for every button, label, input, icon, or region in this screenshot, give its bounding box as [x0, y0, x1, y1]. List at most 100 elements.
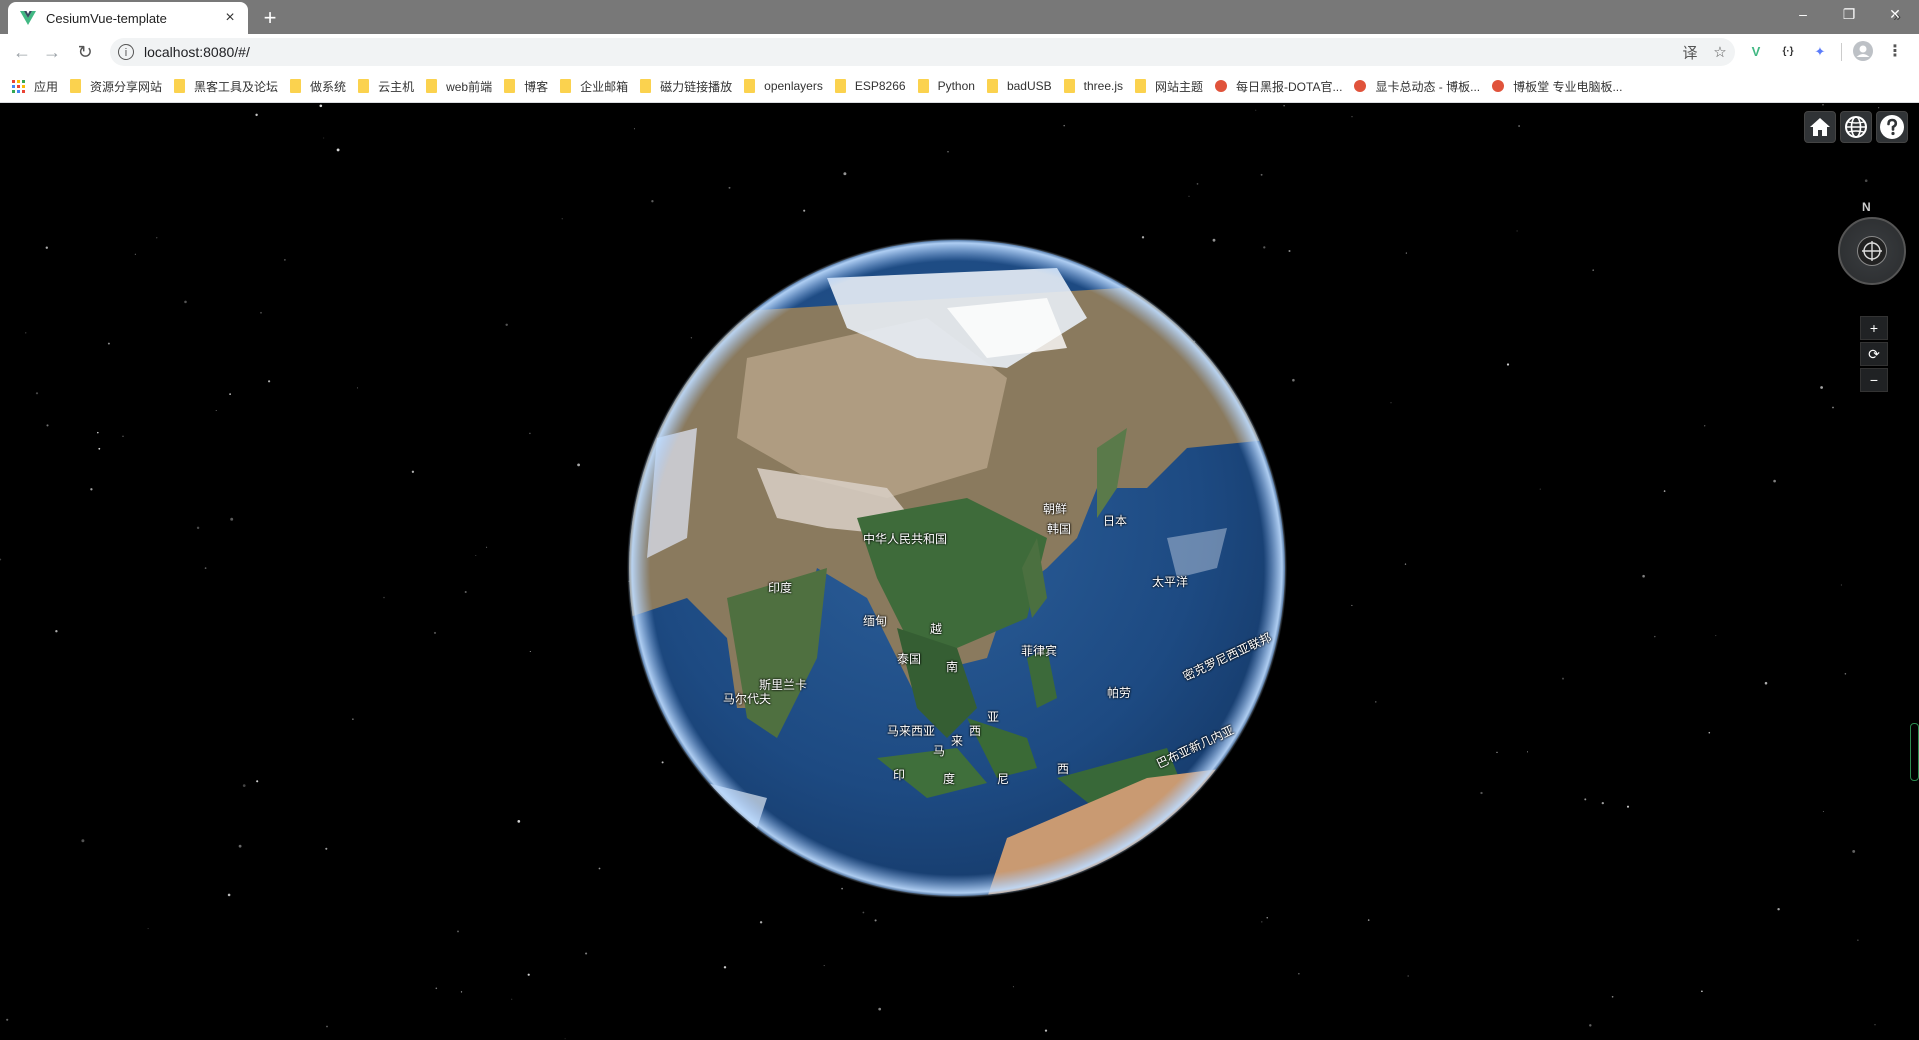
bookmarks-overflow-button[interactable]: »	[1893, 8, 1901, 24]
zoom-reset-button[interactable]: ⟳	[1860, 342, 1888, 366]
bookmark-item[interactable]: 每日黑报-DOTA官...	[1215, 78, 1342, 95]
map-label-indonesia-3: 西	[969, 724, 982, 738]
star	[823, 965, 825, 967]
map-label-myanmar: 缅甸	[863, 614, 888, 628]
map-label-vietnam-1: 越	[930, 622, 943, 636]
star	[457, 930, 459, 933]
star	[1642, 574, 1645, 578]
reload-button[interactable]: ↻	[73, 40, 97, 64]
map-label-pacific-ocean: 太平洋	[1152, 575, 1189, 589]
bookmark-item[interactable]: 资源分享网站	[70, 78, 162, 95]
map-label-india: 印度	[768, 581, 793, 595]
star	[1832, 406, 1834, 409]
forward-button[interactable]: →	[40, 40, 64, 64]
extension-icon[interactable]: ✦	[1809, 41, 1831, 63]
bookmark-item[interactable]: 网站主题	[1135, 78, 1203, 95]
map-label-indonesia-2: 来	[951, 734, 964, 748]
folder-icon	[426, 79, 438, 93]
new-tab-button[interactable]: +	[258, 6, 282, 30]
zoom-out-button[interactable]: −	[1860, 368, 1888, 392]
star	[759, 921, 763, 924]
home-icon	[1810, 118, 1830, 136]
star	[561, 218, 563, 220]
bookmark-item[interactable]: 云主机	[358, 78, 414, 95]
vue-devtools-extension-icon[interactable]: V	[1745, 41, 1767, 63]
star	[383, 596, 385, 599]
star	[81, 839, 85, 843]
star	[1820, 386, 1823, 389]
bookmark-item[interactable]: 黑客工具及论坛	[174, 78, 278, 95]
star	[1496, 751, 1498, 754]
star	[1539, 488, 1541, 490]
map-label-palau: 帕劳	[1107, 686, 1132, 700]
star	[1266, 917, 1268, 919]
bookmark-item[interactable]: 企业邮箱	[560, 78, 628, 95]
zoom-in-button[interactable]: +	[1860, 316, 1888, 340]
map-label-malaysia: 马来西亚	[887, 724, 936, 738]
address-url[interactable]: localhost:8080/#/	[144, 44, 1675, 60]
star	[1407, 975, 1409, 977]
star	[411, 470, 415, 473]
tab-title: CesiumVue-template	[46, 10, 167, 26]
bookmark-item[interactable]: ESP8266	[834, 79, 906, 93]
compass-gyro[interactable]	[1857, 236, 1887, 266]
star	[1878, 107, 1880, 109]
star	[1840, 584, 1842, 586]
star	[1298, 973, 1300, 975]
tab-close-icon[interactable]: ×	[218, 6, 242, 30]
globe-icon	[1845, 116, 1867, 138]
folder-icon	[917, 79, 929, 93]
folder-icon	[834, 79, 846, 93]
star	[267, 380, 271, 383]
star	[260, 311, 262, 314]
cesium-viewer[interactable]: 中华人民共和国 朝鲜 韩国 日本 印度 缅甸 泰国 越 南 菲律宾 斯里兰卡 马…	[0, 103, 1919, 1040]
star	[1261, 921, 1263, 923]
star	[1351, 116, 1353, 118]
bookmark-item[interactable]: 应用	[12, 78, 58, 95]
tab-active[interactable]: CesiumVue-template ×	[8, 2, 248, 34]
star	[134, 253, 136, 255]
star	[98, 447, 101, 450]
star	[46, 424, 49, 427]
bookmark-star-icon[interactable]: ☆	[1705, 43, 1735, 61]
star	[227, 893, 231, 897]
bookmark-item[interactable]: Python	[917, 79, 975, 93]
bookmark-item[interactable]: web前端	[426, 78, 492, 95]
restore-button[interactable]: ❐	[1826, 0, 1872, 30]
bookmark-item[interactable]: 显卡总动态 - 博板...	[1354, 78, 1480, 95]
star	[1288, 249, 1291, 253]
bookmark-item[interactable]: 博板堂 专业电脑板...	[1492, 78, 1622, 95]
star	[1822, 810, 1824, 813]
bookmark-item[interactable]: 做系统	[290, 78, 346, 95]
side-panel-handle[interactable]	[1910, 723, 1919, 781]
folder-icon	[986, 79, 998, 93]
bookmark-label: 做系统	[310, 79, 347, 94]
star	[1405, 252, 1407, 254]
star	[1777, 907, 1780, 911]
home-button[interactable]	[1804, 111, 1836, 143]
browser-menu-icon[interactable]: ⋮	[1884, 41, 1906, 63]
star	[475, 555, 477, 556]
star	[1584, 798, 1587, 801]
bookmark-item[interactable]: badUSB	[986, 79, 1052, 93]
translate-icon[interactable]: 译	[1675, 42, 1705, 63]
json-extension-icon[interactable]: {·}	[1777, 41, 1799, 63]
globe[interactable]: 中华人民共和国 朝鲜 韩国 日本 印度 缅甸 泰国 越 南 菲律宾 斯里兰卡 马…	[627, 238, 1287, 898]
apps-grid-icon	[12, 79, 25, 93]
bookmark-label: ESP8266	[854, 79, 906, 93]
bookmark-item[interactable]: three.js	[1063, 79, 1123, 93]
address-bar[interactable]: i localhost:8080/#/ 译 ☆	[110, 38, 1735, 66]
bookmark-item[interactable]: openlayers	[744, 79, 823, 93]
navigation-compass[interactable]	[1838, 217, 1906, 285]
help-button[interactable]	[1876, 111, 1908, 143]
bookmark-item[interactable]: 磁力链接播放	[640, 78, 732, 95]
profile-avatar-icon[interactable]	[1852, 41, 1874, 63]
folder-icon	[560, 79, 572, 93]
site-info-icon[interactable]: i	[118, 44, 134, 60]
minimize-button[interactable]: –	[1780, 0, 1826, 30]
bookmark-label: 黑客工具及论坛	[194, 79, 279, 94]
scene-mode-button[interactable]	[1840, 111, 1872, 143]
bookmark-label: 博客	[524, 79, 549, 94]
bookmark-item[interactable]: 博客	[504, 78, 548, 95]
back-button[interactable]: ←	[10, 40, 34, 64]
